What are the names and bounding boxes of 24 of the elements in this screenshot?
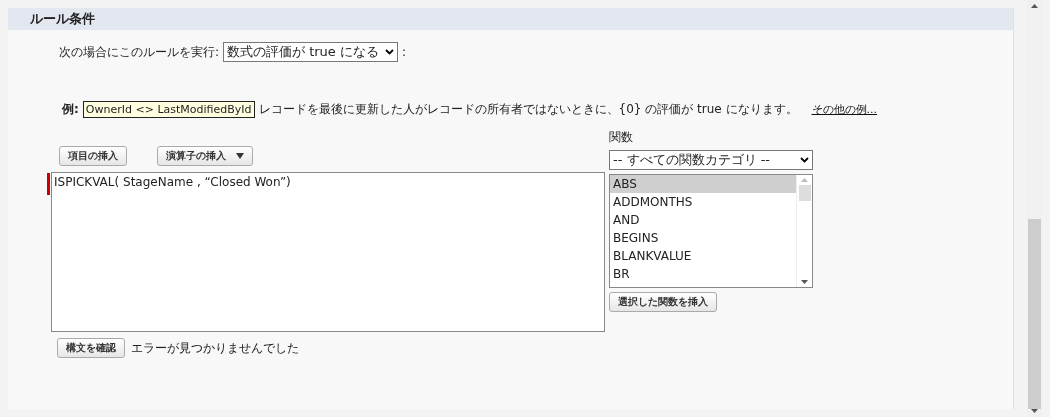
section-title: ルール条件 bbox=[8, 8, 1013, 30]
scroll-down-icon[interactable] bbox=[801, 280, 808, 284]
operator-menu-button[interactable]: 演算子の挿入 bbox=[157, 146, 253, 166]
rule-condition-select[interactable]: 数式の評価が true になる bbox=[223, 42, 398, 62]
insert-field-button[interactable]: 項目の挿入 bbox=[59, 146, 127, 166]
function-category-select[interactable]: -- すべての関数カテゴリ -- bbox=[609, 150, 813, 170]
caret-icon bbox=[236, 153, 244, 159]
colon-text: : bbox=[402, 45, 407, 59]
scroll-up-icon[interactable] bbox=[1031, 4, 1038, 8]
functions-label: 関数 bbox=[609, 129, 634, 146]
function-list[interactable]: ABS ADDMONTHS AND BEGINS BLANKVALUE BR bbox=[609, 174, 813, 288]
insert-function-button[interactable]: 選択した関数を挿入 bbox=[609, 292, 717, 312]
chevron-icon bbox=[800, 157, 809, 163]
example-code: OwnerId <> LastModifiedById bbox=[82, 101, 255, 118]
run-rule-label: 次の場合にこのルールを実行: bbox=[59, 43, 220, 61]
syntax-message: エラーが見つかりませんでした bbox=[131, 339, 299, 357]
chevron-icon bbox=[385, 49, 394, 55]
function-item[interactable]: ABS bbox=[610, 175, 796, 193]
scrollbar-thumb[interactable] bbox=[1028, 219, 1041, 409]
check-syntax-button[interactable]: 構文を確認 bbox=[57, 338, 125, 358]
example-description: レコードを最後に更新した人がレコードの所有者ではないときに、{0} の評価が true になります。 bbox=[258, 101, 798, 118]
example-label: 例: bbox=[62, 101, 79, 118]
scrollbar-thumb[interactable] bbox=[798, 185, 811, 201]
more-examples-link[interactable]: その他の例... bbox=[811, 102, 877, 117]
